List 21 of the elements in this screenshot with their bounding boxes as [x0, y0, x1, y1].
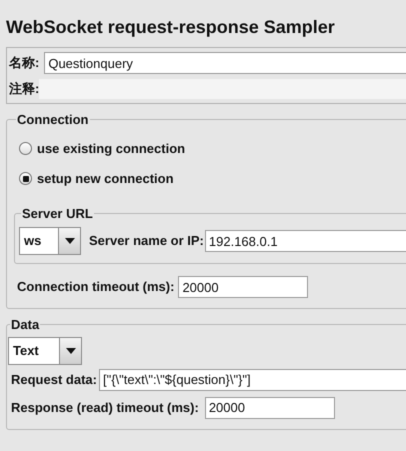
protocol-dropdown[interactable]: ws	[19, 227, 81, 255]
connection-timeout-field[interactable]: 20000	[178, 276, 308, 298]
host-label: Server name or IP:	[89, 232, 204, 250]
caret-icon	[64, 238, 74, 244]
host-field[interactable]: 192.168.0.1	[204, 230, 406, 252]
response-timeout-field[interactable]: 20000	[204, 396, 335, 418]
connection-timeout-label: Connection timeout (ms):	[17, 278, 174, 296]
panel-title: WebSocket request-response Sampler	[6, 16, 336, 39]
group-title: Server URL	[21, 204, 94, 222]
request-data-label: Request data:	[11, 370, 97, 389]
comment-label: 注释:	[9, 80, 40, 98]
response-timeout-label: Response (read) timeout (ms):	[11, 398, 199, 417]
radio-option[interactable]: use existing connection	[19, 140, 406, 158]
request-data-field[interactable]: ["{\"text\":\"${question}\"}"]	[98, 368, 406, 390]
name-field[interactable]: Questionquery	[44, 52, 406, 74]
name-label: 名称:	[9, 54, 40, 72]
caret-icon	[66, 348, 76, 354]
data-type-dropdown[interactable]: Text	[8, 336, 82, 364]
group-title: Data	[10, 316, 40, 334]
radio-option[interactable]: setup new connection	[19, 170, 406, 188]
group-title: Connection	[16, 111, 90, 129]
